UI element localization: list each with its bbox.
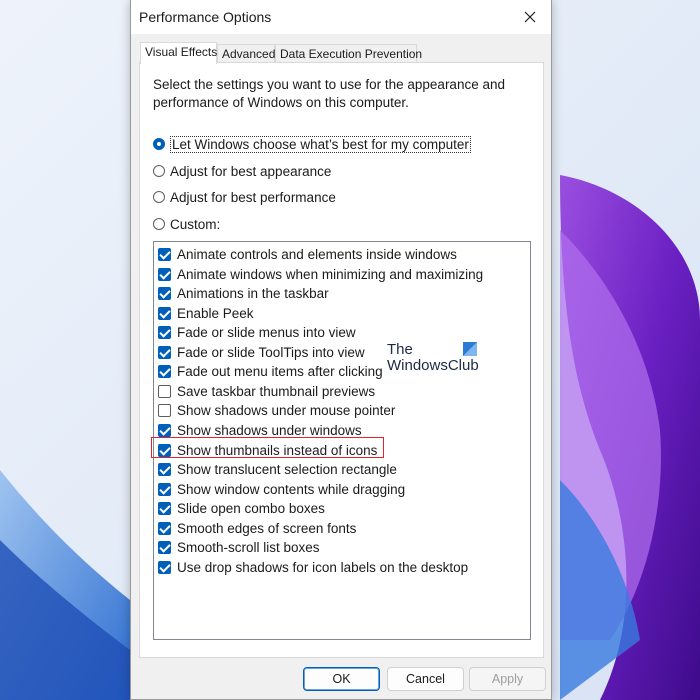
effect-label: Save taskbar thumbnail previews — [177, 383, 376, 399]
effect-item[interactable]: Enable Peek — [158, 304, 254, 323]
radio-best-appearance[interactable]: Adjust for best appearance — [153, 161, 331, 181]
checkbox-checked[interactable] — [158, 502, 171, 516]
effect-label: Show thumbnails instead of icons — [177, 442, 378, 458]
radio-best-performance[interactable]: Adjust for best performance — [153, 187, 336, 207]
cancel-button[interactable]: Cancel — [387, 667, 464, 691]
effect-label: Animations in the taskbar — [177, 286, 329, 302]
checkbox-unchecked[interactable] — [158, 384, 171, 398]
effect-label: Show shadows under mouse pointer — [177, 403, 396, 419]
effect-item[interactable]: Animate windows when minimizing and maxi… — [158, 265, 483, 284]
checkbox-checked[interactable] — [158, 482, 171, 496]
tab-visual-effects[interactable]: Visual Effects — [140, 42, 217, 64]
radio-let-windows-choose[interactable]: Let Windows choose what’s best for my co… — [153, 134, 471, 154]
radio-button-selected[interactable] — [153, 138, 165, 150]
close-button[interactable] — [515, 3, 545, 31]
effect-item[interactable]: Show shadows under mouse pointer — [158, 401, 395, 420]
checkbox-checked[interactable] — [158, 267, 171, 281]
radio-label: Adjust for best performance — [170, 189, 336, 205]
effect-item[interactable]: Animate controls and elements inside win… — [158, 245, 457, 264]
checkbox-checked[interactable] — [158, 443, 171, 457]
checkbox-checked[interactable] — [158, 541, 171, 555]
effect-item[interactable]: Slide open combo boxes — [158, 499, 325, 518]
effect-label: Enable Peek — [177, 305, 254, 321]
title-bar: Performance Options — [131, 0, 551, 34]
tab-label: Visual Effects — [145, 45, 218, 59]
effect-label: Show window contents while dragging — [177, 481, 406, 497]
checkbox-checked[interactable] — [158, 248, 171, 261]
checkbox-checked[interactable] — [158, 365, 171, 379]
effect-item[interactable]: Smooth-scroll list boxes — [158, 538, 320, 557]
ok-button[interactable]: OK — [303, 667, 380, 691]
effect-label: Show translucent selection rectangle — [177, 462, 397, 478]
radio-button[interactable] — [153, 165, 165, 177]
checkbox-unchecked[interactable] — [158, 404, 171, 418]
effect-item[interactable]: Animations in the taskbar — [158, 284, 329, 303]
checkbox-checked[interactable] — [158, 326, 171, 340]
effect-label: Fade or slide ToolTips into view — [177, 344, 365, 360]
visual-effects-list[interactable]: Animate controls and elements inside win… — [153, 241, 531, 640]
radio-label: Let Windows choose what’s best for my co… — [170, 135, 471, 153]
checkbox-checked[interactable] — [158, 345, 171, 359]
effect-item[interactable]: Fade or slide menus into view — [158, 323, 356, 342]
watermark-line2: WindowsClub — [387, 357, 479, 374]
radio-button[interactable] — [153, 218, 165, 230]
dialog-title: Performance Options — [139, 9, 272, 25]
effect-label: Slide open combo boxes — [177, 501, 325, 517]
description-text: Select the settings you want to use for … — [153, 77, 505, 110]
checkbox-checked[interactable] — [158, 287, 171, 301]
effect-item[interactable]: Use drop shadows for icon labels on the … — [158, 558, 468, 577]
tab-label: Data Execution Prevention — [280, 47, 423, 61]
effect-item[interactable]: Save taskbar thumbnail previews — [158, 382, 375, 401]
radio-button[interactable] — [153, 191, 165, 203]
tab-label: Advanced — [222, 47, 276, 61]
effect-item[interactable]: Show window contents while dragging — [158, 480, 405, 499]
radio-label: Adjust for best appearance — [170, 163, 332, 179]
effect-label: Smooth edges of screen fonts — [177, 520, 357, 536]
effect-label: Fade out menu items after clicking — [177, 364, 383, 380]
checkbox-checked[interactable] — [158, 306, 171, 320]
effect-item[interactable]: Smooth edges of screen fonts — [158, 519, 356, 538]
effect-label: Smooth-scroll list boxes — [177, 540, 320, 556]
tab-data-execution-prevention[interactable]: Data Execution Prevention — [275, 44, 422, 63]
effect-item[interactable]: Show thumbnails instead of icons — [158, 441, 377, 460]
performance-options-dialog: Performance Options Visual Effects Advan… — [130, 0, 552, 700]
checkbox-checked[interactable] — [158, 560, 171, 574]
effect-label: Show shadows under windows — [177, 422, 362, 438]
checkbox-checked[interactable] — [158, 521, 171, 535]
visual-effects-panel: Select the settings you want to use for … — [139, 62, 544, 658]
effect-item[interactable]: Fade or slide ToolTips into view — [158, 343, 365, 362]
checkbox-checked[interactable] — [158, 463, 171, 477]
radio-custom[interactable]: Custom: — [153, 214, 220, 234]
effect-label: Use drop shadows for icon labels on the … — [177, 559, 469, 575]
checkbox-checked[interactable] — [158, 423, 171, 437]
effect-label: Animate controls and elements inside win… — [177, 247, 457, 262]
tab-advanced[interactable]: Advanced — [217, 44, 275, 63]
windowsclub-logo-icon — [463, 342, 477, 356]
effect-label: Fade or slide menus into view — [177, 325, 356, 341]
apply-button[interactable]: Apply — [469, 667, 546, 691]
effect-item[interactable]: Show shadows under windows — [158, 421, 362, 440]
effect-item[interactable]: Fade out menu items after clicking — [158, 362, 383, 381]
effect-label: Animate windows when minimizing and maxi… — [177, 266, 484, 282]
effect-item[interactable]: Show translucent selection rectangle — [158, 460, 397, 479]
close-icon — [524, 11, 536, 23]
radio-label: Custom: — [170, 216, 221, 232]
